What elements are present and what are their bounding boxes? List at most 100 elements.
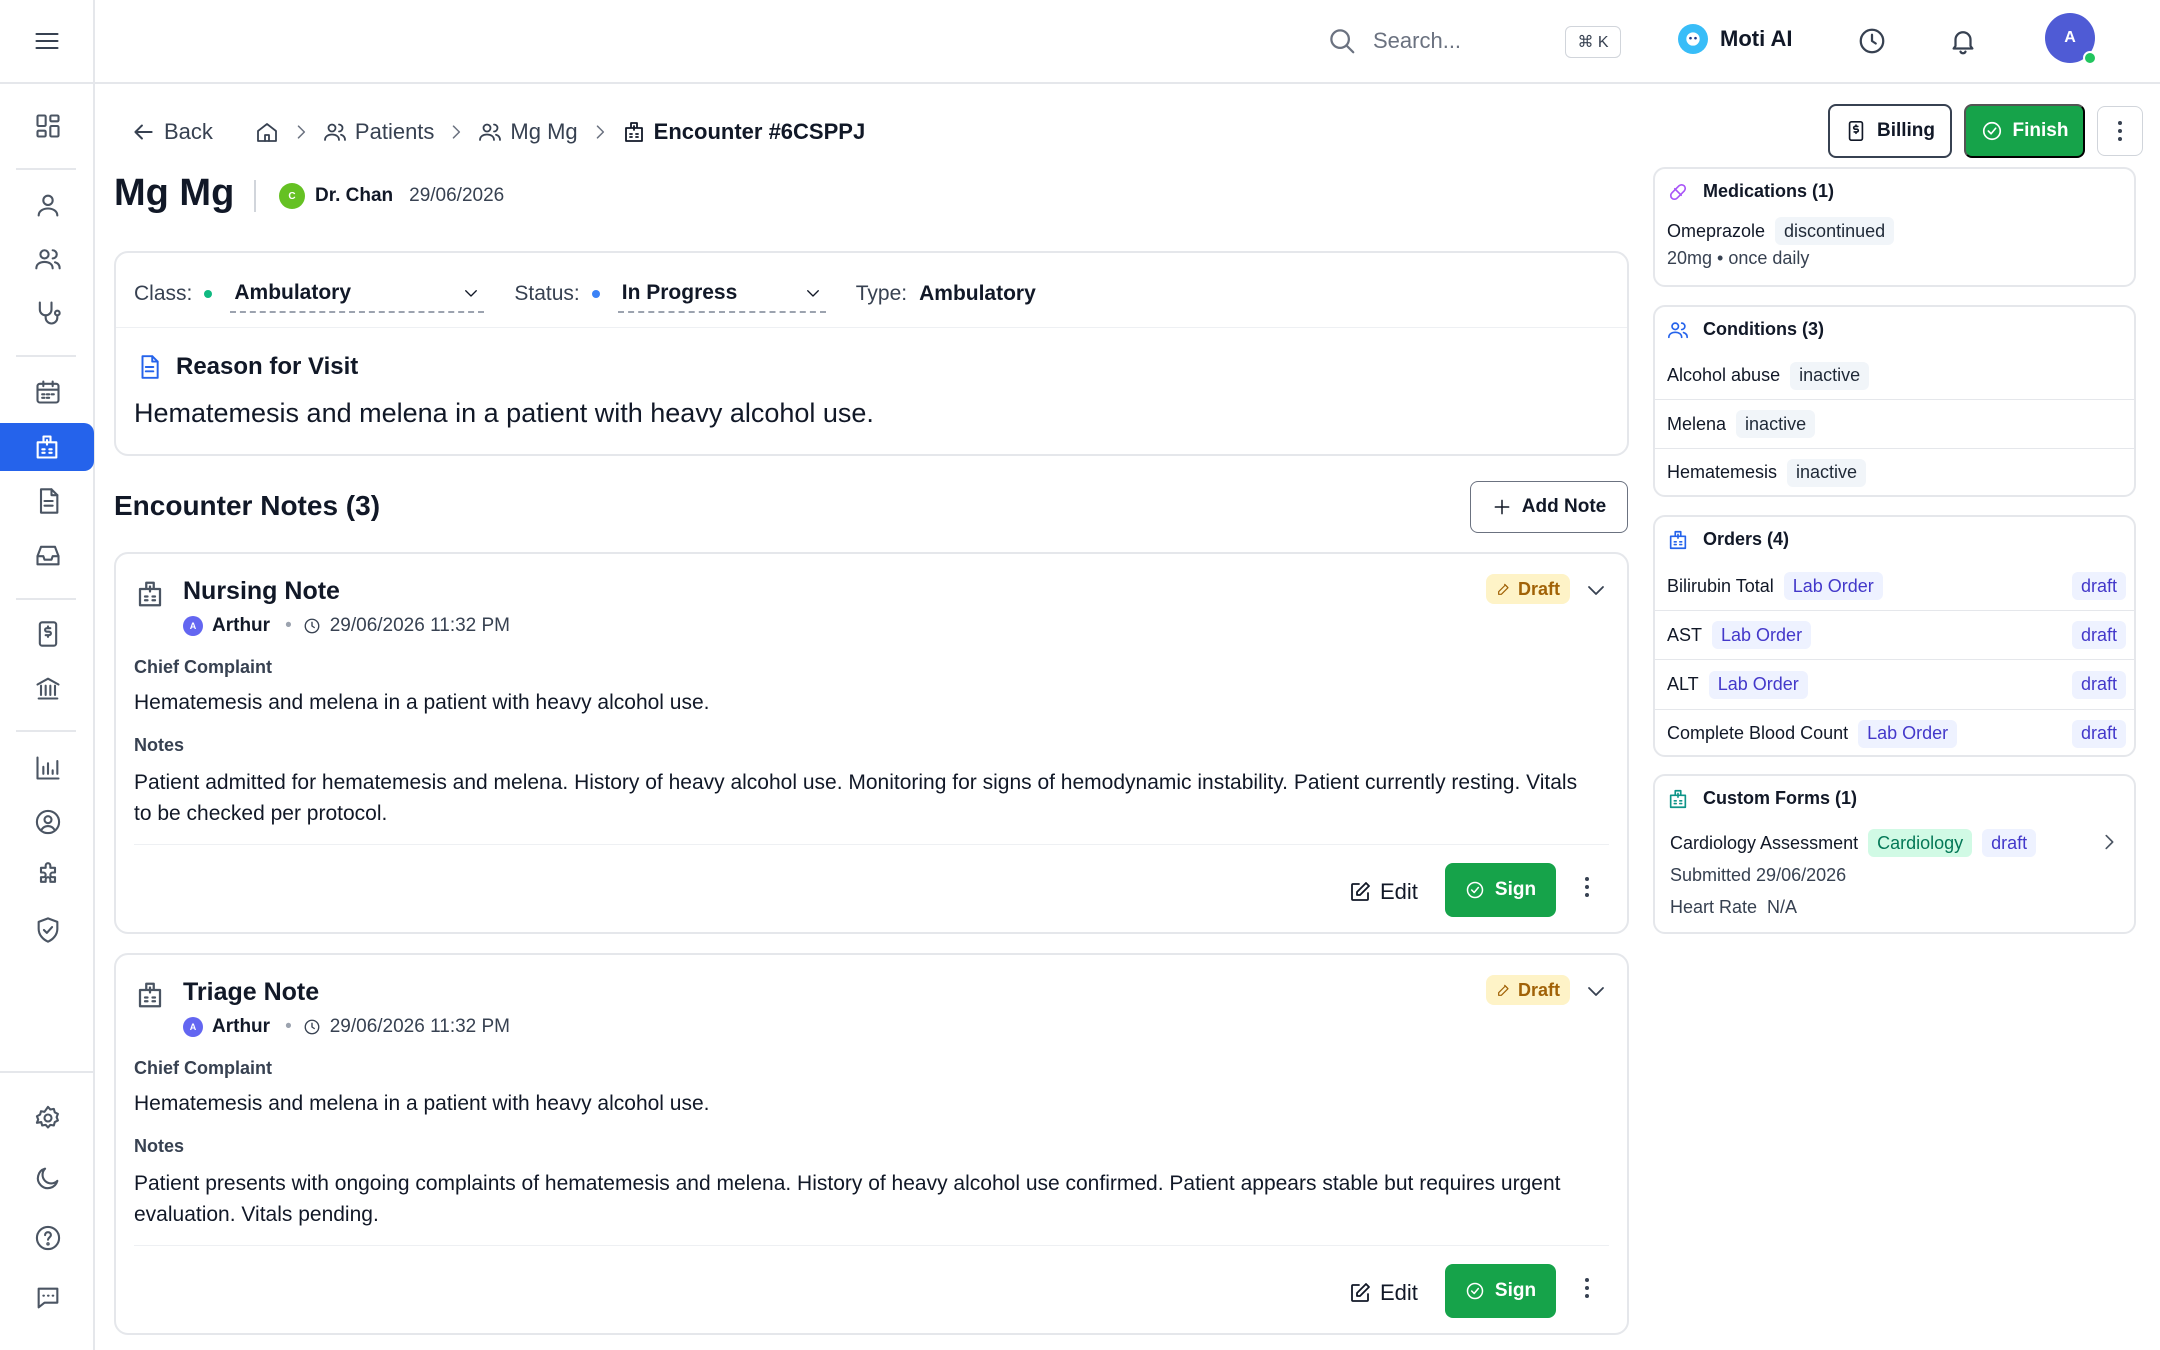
more-vertical-icon[interactable] xyxy=(1584,875,1590,899)
status-value: In Progress xyxy=(621,281,738,304)
edit-button[interactable]: Edit xyxy=(1348,872,1418,912)
medication-item[interactable]: Omeprazole discontinued xyxy=(1655,214,2134,248)
order-status-badge: draft xyxy=(2071,572,2126,600)
finish-button[interactable]: Finish xyxy=(1964,104,2085,158)
sidebar-item-theme[interactable] xyxy=(0,1154,95,1202)
sidebar-item-reports[interactable] xyxy=(0,744,95,792)
hospital-icon xyxy=(135,579,165,609)
chevron-down-icon[interactable] xyxy=(1584,979,1608,1003)
order-item[interactable]: Complete Blood Count Lab Order draft xyxy=(1655,709,2134,757)
breadcrumb-patients[interactable]: Patients xyxy=(323,119,435,145)
menu-icon[interactable] xyxy=(33,27,61,55)
moon-icon xyxy=(34,1164,62,1192)
custom-form-row: Cardiology Assessment Cardiology draft xyxy=(1655,825,2134,861)
search-input[interactable]: Search... xyxy=(1373,28,1461,54)
order-item[interactable]: AST Lab Order draft xyxy=(1655,610,2134,659)
users-icon xyxy=(34,245,62,273)
sidebar-item-dashboard[interactable] xyxy=(0,102,95,150)
sidebar-item-patients[interactable] xyxy=(0,235,95,283)
stethoscope-icon xyxy=(34,299,62,327)
note-title: Triage Note xyxy=(183,978,320,1006)
condition-item[interactable]: Melena inactive xyxy=(1655,399,2134,448)
orders-header[interactable]: Orders (4) xyxy=(1655,517,2134,562)
chevron-right-icon xyxy=(2098,831,2120,853)
sidebar-item-billing[interactable] xyxy=(0,610,95,658)
custom-form-category-badge: Cardiology xyxy=(1868,829,1973,857)
ai-assistant-button[interactable]: Moti AI xyxy=(1678,24,1793,54)
edit-label: Edit xyxy=(1380,879,1418,904)
document-icon xyxy=(34,487,62,515)
order-item[interactable]: ALT Lab Order draft xyxy=(1655,659,2134,709)
sidebar-item-clinical[interactable] xyxy=(0,289,95,337)
chief-complaint-text: Hematemesis and melena in a patient with… xyxy=(134,691,710,714)
more-vertical-icon[interactable] xyxy=(1584,1276,1590,1300)
sidebar-item-account[interactable] xyxy=(0,798,95,846)
sidebar-item-calendar[interactable] xyxy=(0,368,95,416)
medication-detail: 20mg • once daily xyxy=(1667,248,1810,268)
sidebar-item-help[interactable] xyxy=(0,1214,95,1262)
history-icon[interactable] xyxy=(1857,26,1887,56)
sidebar-item-encounters[interactable] xyxy=(0,423,94,471)
sidebar-item-integrations[interactable] xyxy=(0,852,95,900)
breadcrumb-patients-label: Patients xyxy=(354,119,435,144)
sidebar-item-organization[interactable] xyxy=(0,664,95,712)
chevron-down-icon[interactable] xyxy=(1584,578,1608,602)
custom-forms-panel: Custom Forms (1) Cardiology Assessment C… xyxy=(1653,774,2136,934)
clock-icon xyxy=(303,1018,321,1036)
class-select[interactable]: Ambulatory xyxy=(230,281,485,313)
sidebar-item-security[interactable] xyxy=(0,906,95,954)
encounter-date: 29/06/2026 xyxy=(409,185,505,206)
sign-button[interactable]: Sign xyxy=(1445,1264,1556,1318)
orders-panel: Orders (4) Bilirubin Total Lab Order dra… xyxy=(1653,515,2136,757)
add-note-label: Add Note xyxy=(1521,496,1607,517)
condition-item[interactable]: Hematemesis inactive xyxy=(1655,448,2134,496)
sidebar-item-inbox[interactable] xyxy=(0,531,95,579)
condition-item[interactable]: Alcohol abuse inactive xyxy=(1655,352,2134,399)
avatar-initial: A xyxy=(2064,29,2076,46)
divider xyxy=(116,327,1627,328)
sidebar-item-patient[interactable] xyxy=(0,181,95,229)
user-avatar[interactable]: A xyxy=(2045,13,2097,65)
custom-form-item[interactable]: Cardiology Assessment Cardiology draft S… xyxy=(1655,821,2134,921)
sidebar-item-settings[interactable] xyxy=(0,1094,95,1142)
order-name: Bilirubin Total xyxy=(1667,575,1774,596)
divider xyxy=(134,844,1609,845)
hospital-icon xyxy=(33,433,61,461)
order-item[interactable]: Bilirubin Total Lab Order draft xyxy=(1655,562,2134,610)
billing-label: Billing xyxy=(1876,120,1936,141)
conditions-header[interactable]: Conditions (3) xyxy=(1655,307,2134,352)
back-button[interactable]: Back xyxy=(130,119,213,145)
breadcrumb-patient[interactable]: Mg Mg xyxy=(478,119,578,145)
search-bar[interactable]: Search... xyxy=(1327,26,1461,56)
edit-button[interactable]: Edit xyxy=(1348,1273,1418,1313)
sidebar-item-feedback[interactable] xyxy=(0,1274,95,1322)
pill-icon xyxy=(1667,181,1689,203)
invoice-icon xyxy=(1845,120,1867,142)
order-status-badge: draft xyxy=(2071,670,2126,699)
class-label: Class: xyxy=(134,282,193,305)
bell-icon[interactable] xyxy=(1948,26,1978,56)
more-actions-button[interactable] xyxy=(2097,106,2143,156)
sidebar-item-documents[interactable] xyxy=(0,477,95,525)
notes-text: Patient presents with ongoing complaints… xyxy=(134,1172,1561,1226)
edit-icon xyxy=(1496,581,1512,597)
chevron-right-icon xyxy=(590,122,610,142)
bot-icon xyxy=(1678,24,1708,54)
sign-button[interactable]: Sign xyxy=(1445,863,1556,917)
users-icon xyxy=(1667,319,1689,341)
billing-button[interactable]: Billing xyxy=(1828,104,1952,158)
condition-status-badge: inactive xyxy=(1790,361,1870,390)
notes-text: Patient admitted for hematemesis and mel… xyxy=(134,771,1578,825)
medication-status-badge: discontinued xyxy=(1775,217,1895,245)
calendar-icon xyxy=(34,378,62,406)
status-select[interactable]: In Progress xyxy=(617,281,826,313)
condition-status-badge: inactive xyxy=(1787,458,1867,487)
add-note-button[interactable]: Add Note xyxy=(1470,481,1628,533)
notes-label: Notes xyxy=(134,1136,185,1156)
status-badge: Draft xyxy=(1486,574,1571,604)
medications-header[interactable]: Medications (1) xyxy=(1655,169,2134,214)
reason-for-visit-text: Hematemesis and melena in a patient with… xyxy=(134,398,874,428)
breadcrumb-home[interactable] xyxy=(255,120,279,144)
custom-forms-header[interactable]: Custom Forms (1) xyxy=(1655,776,2134,821)
reason-for-visit-title: Reason for Visit xyxy=(176,353,359,380)
